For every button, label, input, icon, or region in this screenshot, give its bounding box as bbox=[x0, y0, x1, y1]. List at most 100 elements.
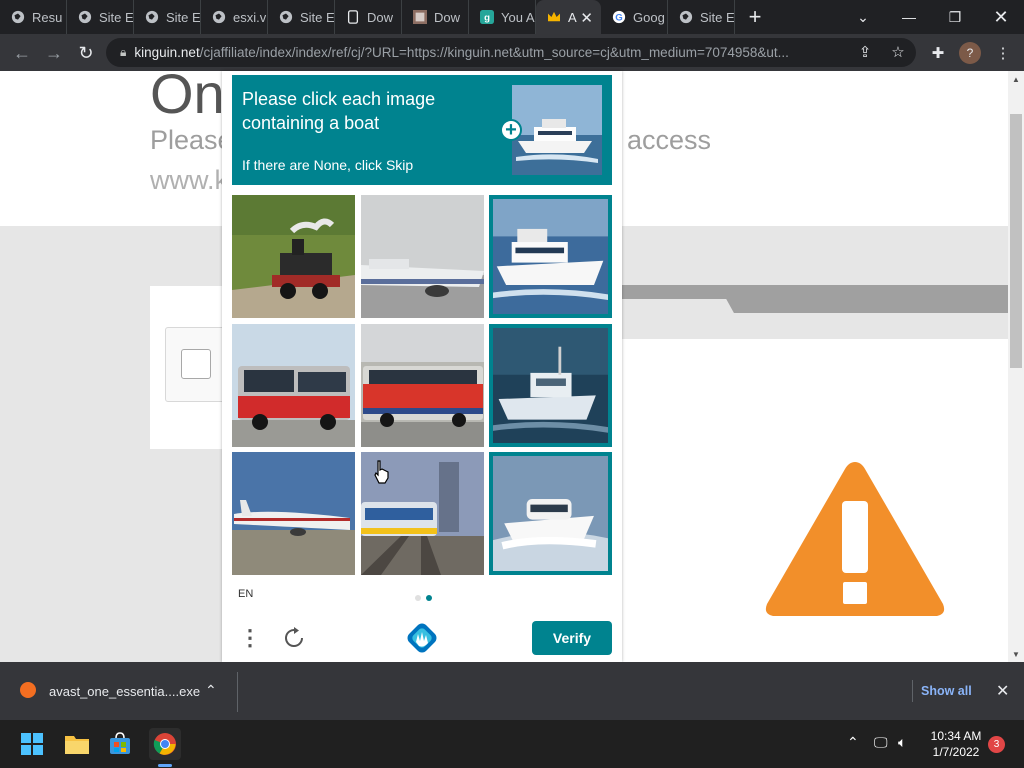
captcha-checkbox[interactable] bbox=[181, 349, 211, 379]
challenge-prompt: Please click each image containing a boa… bbox=[242, 89, 436, 133]
captcha-challenge: Please click each image containing a boa… bbox=[222, 71, 622, 662]
new-tab-icon[interactable]: + bbox=[735, 0, 775, 34]
tab-label: A bbox=[568, 9, 577, 25]
download-file-name[interactable]: avast_one_essentia....exe bbox=[49, 684, 200, 699]
svg-text:G: G bbox=[615, 13, 622, 24]
screen: Resu Site E Site E esxi.v Site E Dow Dow… bbox=[0, 0, 1024, 768]
bookmark-star-icon[interactable]: ☆ bbox=[887, 41, 909, 63]
svg-text:g: g bbox=[484, 13, 490, 24]
lock-icon[interactable]: 🔒︎ bbox=[120, 45, 126, 60]
tab-1[interactable]: Site E bbox=[67, 0, 134, 34]
store-icon[interactable] bbox=[104, 728, 136, 760]
tab-3[interactable]: esxi.v bbox=[201, 0, 268, 34]
close-window-icon[interactable]: ✕ bbox=[978, 0, 1024, 34]
globe-icon bbox=[678, 9, 694, 25]
windows-start-icon[interactable] bbox=[16, 728, 48, 760]
tab-search-icon[interactable]: ⌄ bbox=[840, 0, 886, 34]
extensions-icon[interactable]: ✚ bbox=[927, 42, 949, 64]
tab-5[interactable]: Dow bbox=[335, 0, 402, 34]
page-banner-bar bbox=[622, 285, 1008, 313]
scroll-down-icon[interactable]: ▼ bbox=[1008, 647, 1024, 661]
phone-icon bbox=[345, 9, 361, 25]
globe-icon bbox=[211, 9, 227, 25]
chevron-up-icon[interactable]: ⌃ bbox=[847, 734, 859, 751]
show-all-button[interactable]: Show all bbox=[912, 680, 980, 702]
tab-active[interactable]: A ✕ bbox=[536, 0, 601, 34]
more-options-icon[interactable]: ⋮ bbox=[239, 625, 261, 650]
globe-icon bbox=[77, 9, 93, 25]
url-path: /cjaffiliate/index/index/ref/cj/?URL=htt… bbox=[199, 45, 789, 60]
download-bar: avast_one_essentia....exe ⌃ Show all ✕ bbox=[0, 662, 1024, 720]
hcaptcha-logo-icon[interactable] bbox=[406, 622, 438, 654]
clock-time: 10:34 AM bbox=[930, 729, 982, 743]
image-tile-5[interactable] bbox=[361, 324, 484, 447]
tab-label: Dow bbox=[434, 9, 461, 25]
forward-icon[interactable]: → bbox=[40, 39, 68, 67]
language-selector[interactable]: EN bbox=[238, 588, 253, 600]
tab-label: Goog bbox=[633, 9, 665, 25]
browser-toolbar: ← → ↻ 🔒︎ kinguin.net/cjaffiliate/index/i… bbox=[0, 34, 1024, 71]
page-please-text: Please bbox=[150, 125, 233, 155]
page-heading: On bbox=[150, 71, 225, 125]
restore-icon[interactable]: ❐ bbox=[932, 0, 978, 34]
tab-6[interactable]: Dow bbox=[402, 0, 469, 34]
avast-icon bbox=[20, 682, 36, 698]
chrome-icon[interactable] bbox=[149, 728, 181, 760]
address-bar[interactable]: 🔒︎ kinguin.net/cjaffiliate/index/index/r… bbox=[106, 38, 916, 67]
url-host: kinguin.net bbox=[134, 45, 200, 60]
image-tile-3[interactable] bbox=[489, 195, 612, 318]
image-tile-9[interactable] bbox=[489, 452, 612, 575]
tab-2[interactable]: Site E bbox=[134, 0, 201, 34]
chevron-up-icon[interactable]: ⌃ bbox=[205, 682, 217, 699]
tab-label: Site E bbox=[300, 9, 334, 25]
file-explorer-icon[interactable] bbox=[61, 728, 93, 760]
tab-label: Site E bbox=[99, 9, 133, 25]
refresh-icon[interactable] bbox=[282, 626, 306, 650]
image-tile-2[interactable] bbox=[361, 195, 484, 318]
volume-icon[interactable]: 🔈︎ bbox=[898, 734, 906, 751]
image-tile-6[interactable] bbox=[489, 324, 612, 447]
divider bbox=[237, 672, 238, 712]
active-app-indicator bbox=[158, 764, 172, 767]
challenge-header: Please click each image containing a boa… bbox=[232, 75, 612, 185]
tab-0[interactable]: Resu bbox=[0, 0, 67, 34]
image-tile-1[interactable] bbox=[232, 195, 355, 318]
tab-label: Resu bbox=[32, 9, 63, 25]
hand-cursor-icon bbox=[374, 460, 389, 484]
tab-label: You A bbox=[501, 9, 535, 25]
close-tab-icon[interactable]: ✕ bbox=[580, 9, 593, 27]
tab-label: Site E bbox=[700, 9, 734, 25]
scroll-thumb[interactable] bbox=[1010, 114, 1022, 368]
globe-icon bbox=[10, 9, 26, 25]
share-icon[interactable]: ⇪ bbox=[854, 41, 876, 63]
plus-icon[interactable]: + bbox=[500, 119, 522, 141]
tab-4[interactable]: Site E bbox=[268, 0, 335, 34]
page-dot-2 bbox=[426, 595, 432, 601]
example-image bbox=[512, 85, 602, 175]
tab-10[interactable]: Site E bbox=[668, 0, 735, 34]
notification-badge[interactable]: 3 bbox=[988, 736, 1005, 753]
image-tile-7[interactable] bbox=[232, 452, 355, 575]
clock[interactable]: 10:34 AM 1/7/2022 bbox=[924, 728, 988, 760]
image-tile-4[interactable] bbox=[232, 324, 355, 447]
tab-label: Site E bbox=[166, 9, 200, 25]
network-icon[interactable]: 🖵︎ bbox=[874, 734, 888, 751]
profile-avatar[interactable]: ? bbox=[959, 42, 981, 64]
tab-7[interactable]: g You A bbox=[469, 0, 536, 34]
tab-label: Dow bbox=[367, 9, 394, 25]
g-icon: g bbox=[479, 9, 495, 25]
verify-button[interactable]: Verify bbox=[532, 621, 612, 655]
globe-icon bbox=[278, 9, 294, 25]
warning-icon bbox=[765, 462, 945, 616]
scroll-up-icon[interactable]: ▲ bbox=[1008, 72, 1024, 86]
page-domain-text: www.k bbox=[150, 165, 229, 195]
reload-icon[interactable]: ↻ bbox=[72, 39, 100, 67]
menu-icon[interactable]: ⋮ bbox=[992, 42, 1014, 64]
tab-9[interactable]: G Goog bbox=[601, 0, 668, 34]
minimize-icon[interactable]: — bbox=[886, 0, 932, 34]
back-icon[interactable]: ← bbox=[8, 39, 36, 67]
clock-date: 1/7/2022 bbox=[932, 745, 980, 759]
globe-icon bbox=[144, 9, 160, 25]
tab-label: esxi.v bbox=[233, 9, 267, 25]
close-icon[interactable]: ✕ bbox=[996, 681, 1009, 701]
